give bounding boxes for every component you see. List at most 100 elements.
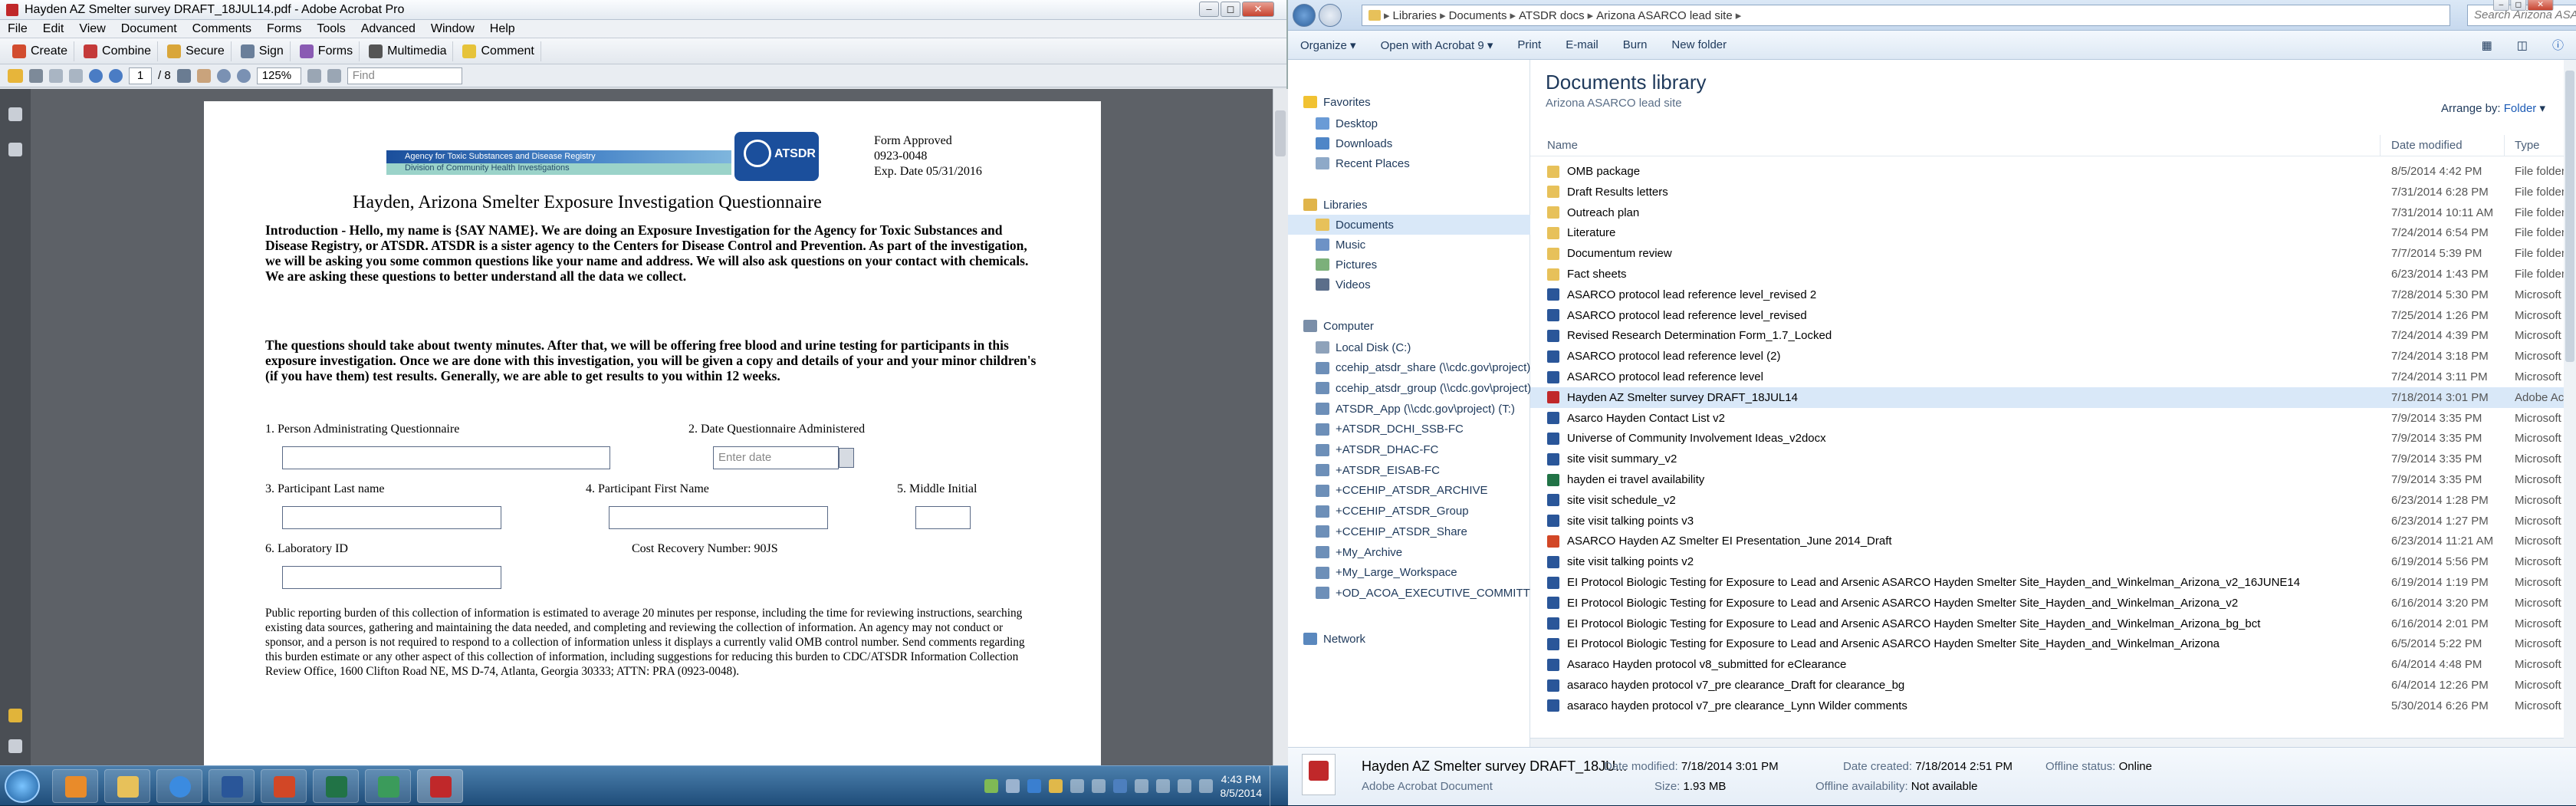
print-icon[interactable]: [29, 68, 43, 83]
file-row[interactable]: Outreach plan 7/31/2014 10:11 AM File fold…: [1530, 202, 2576, 223]
powerpoint-taskbar-button[interactable]: [261, 769, 307, 803]
zoom-input[interactable]: 125%: [256, 67, 301, 84]
organize-button[interactable]: Organize ▾: [1288, 38, 1368, 52]
date-field[interactable]: Enter date: [713, 446, 839, 469]
file-row[interactable]: Asaraco Hayden protocol v8_submitted for…: [1530, 654, 2576, 675]
file-row[interactable]: Literature 7/24/2014 6:54 PM File folder: [1530, 222, 2576, 243]
pages-panel-icon[interactable]: [8, 107, 22, 121]
view-options-icon[interactable]: ▦: [2469, 38, 2505, 52]
page-number-input[interactable]: 1: [129, 67, 152, 84]
tray-app-icon[interactable]: [1070, 779, 1084, 793]
clock[interactable]: 4:43 PM 8/5/2014: [1221, 772, 1263, 800]
file-row[interactable]: ASARCO protocol lead reference level_rev…: [1530, 305, 2576, 326]
file-row[interactable]: Documentum review 7/7/2014 5:39 PM File fo…: [1530, 243, 2576, 264]
tray-app-icon[interactable]: [1005, 779, 1020, 793]
volume-icon[interactable]: [1177, 779, 1191, 793]
nav-music[interactable]: Music: [1316, 235, 1365, 255]
first-name-field[interactable]: [609, 506, 828, 529]
document-scrollbar[interactable]: [1273, 89, 1288, 765]
zoom-in-icon[interactable]: [236, 68, 251, 83]
scroll-thumb[interactable]: [1275, 110, 1286, 156]
open-folder-icon[interactable]: [8, 68, 23, 83]
tray-app-icon[interactable]: [1027, 779, 1041, 793]
burn-button[interactable]: Burn: [1611, 38, 1660, 51]
last-name-field[interactable]: [282, 506, 501, 529]
print-button[interactable]: Print: [1505, 38, 1553, 51]
nav-documents[interactable]: Documents: [1288, 215, 1530, 235]
file-row[interactable]: asaraco hayden protocol v7_pre clearance…: [1530, 675, 2576, 696]
nav-drive-item[interactable]: +My_Archive: [1316, 542, 1402, 562]
select-tool-icon[interactable]: [176, 68, 191, 83]
file-row[interactable]: Asarco Hayden Contact List v2 7/9/2014 3:…: [1530, 408, 2576, 429]
tray-app-icon[interactable]: [984, 779, 998, 793]
file-row[interactable]: site visit schedule_v2 6/23/2014 1:28 PM M…: [1530, 490, 2576, 511]
sign-button[interactable]: Sign: [235, 41, 291, 61]
nav-recent-places[interactable]: Recent Places: [1316, 153, 1410, 173]
file-row[interactable]: EI Protocol Biologic Testing for Exposur…: [1530, 593, 2576, 614]
attachments-panel-icon[interactable]: [8, 739, 22, 753]
file-row[interactable]: Universe of Community Involvement Ideas_…: [1530, 428, 2576, 449]
file-row[interactable]: EI Protocol Biologic Testing for Exposur…: [1530, 572, 2576, 593]
nav-pictures[interactable]: Pictures: [1316, 255, 1377, 275]
fit-page-icon[interactable]: [307, 68, 321, 83]
previous-page-icon[interactable]: [89, 68, 103, 83]
nav-drive-item[interactable]: Local Disk (C:): [1316, 337, 1411, 357]
outlook-taskbar-button[interactable]: [52, 769, 98, 803]
breadcrumb-documents[interactable]: Documents: [1449, 9, 1507, 22]
nav-computer[interactable]: Computer: [1303, 316, 1374, 336]
menu-document[interactable]: Document: [113, 22, 185, 36]
middle-initial-field[interactable]: [915, 506, 971, 529]
zoom-out-icon[interactable]: [216, 68, 231, 83]
file-row[interactable]: EI Protocol Biologic Testing for Exposur…: [1530, 614, 2576, 634]
secure-button[interactable]: Secure: [161, 41, 232, 61]
nav-drive-item[interactable]: +ATSDR_DHAC-FC: [1316, 440, 1438, 460]
excel-taskbar-button[interactable]: [313, 769, 359, 803]
bluetooth-icon[interactable]: [1112, 779, 1127, 793]
file-row[interactable]: ASARCO Hayden AZ Smelter EI Presentation…: [1530, 531, 2576, 551]
open-with-acrobat-button[interactable]: Open with Acrobat 9 ▾: [1368, 38, 1506, 52]
save-icon[interactable]: [49, 68, 63, 83]
breadcrumb-atsdr-docs[interactable]: ATSDR docs: [1519, 9, 1585, 22]
explorer-maximize-button[interactable]: ◻: [2510, 0, 2527, 11]
minimize-button[interactable]: –: [1199, 2, 1219, 17]
laboratory-id-field[interactable]: [282, 566, 501, 589]
file-row[interactable]: site visit talking points v2 6/19/2014 5:…: [1530, 551, 2576, 572]
signatures-panel-icon[interactable]: [8, 709, 22, 722]
nav-drive-item[interactable]: +CCEHIP_ATSDR_Share: [1316, 521, 1467, 541]
nav-drive-item[interactable]: +OD_ACOA_EXECUTIVE_COMMITTEE-: [1316, 583, 1549, 603]
combine-button[interactable]: Combine: [77, 41, 159, 61]
multimedia-button[interactable]: Multimedia: [363, 41, 454, 61]
explorer-close-button[interactable]: ✕: [2527, 0, 2554, 11]
nav-videos[interactable]: Videos: [1316, 275, 1371, 294]
column-date-modified[interactable]: Date modified: [2391, 139, 2463, 152]
internet-explorer-taskbar-button[interactable]: [156, 769, 202, 803]
address-bar[interactable]: ▸ Libraries ▸ Documents ▸ ATSDR docs ▸ A…: [1362, 5, 2450, 26]
maximize-button[interactable]: ◻: [1221, 2, 1240, 17]
nav-drive-item[interactable]: +My_Large_Workspace: [1316, 563, 1457, 583]
new-folder-button[interactable]: New folder: [1659, 38, 1739, 51]
file-row[interactable]: ASARCO protocol lead reference level 7/24…: [1530, 367, 2576, 387]
help-icon[interactable]: ⓘ: [2540, 37, 2576, 53]
menu-help[interactable]: Help: [482, 22, 523, 36]
file-row[interactable]: OMB package 8/5/2014 4:42 PM File folder: [1530, 161, 2576, 182]
file-list-scrollbar[interactable]: [2564, 60, 2576, 747]
nav-downloads[interactable]: Downloads: [1316, 133, 1392, 153]
nav-favorites[interactable]: Favorites: [1303, 92, 1371, 112]
file-row[interactable]: site visit talking points v3 6/23/2014 1:…: [1530, 511, 2576, 531]
tray-app-icon[interactable]: [1091, 779, 1106, 793]
find-input[interactable]: Find: [347, 67, 462, 84]
start-button[interactable]: [5, 769, 40, 803]
nav-drive-item[interactable]: ATSDR_App (\\cdc.gov\project) (T:): [1316, 399, 1515, 419]
file-row[interactable]: Hayden AZ Smelter survey DRAFT_18JUL14 7/…: [1530, 387, 2576, 408]
file-row[interactable]: ASARCO protocol lead reference level (2)…: [1530, 346, 2576, 367]
fit-width-icon[interactable]: [327, 68, 341, 83]
email-button[interactable]: E-mail: [1553, 38, 1611, 51]
calendar-icon[interactable]: [839, 448, 854, 468]
file-row[interactable]: Revised Research Determination Form_1.7_…: [1530, 325, 2576, 346]
arrange-dropdown[interactable]: Folder: [2504, 102, 2537, 115]
hand-tool-icon[interactable]: [196, 68, 211, 83]
administrator-field[interactable]: [282, 446, 610, 469]
column-type[interactable]: Type: [2515, 139, 2540, 152]
explorer-minimize-button[interactable]: –: [2493, 0, 2509, 11]
nav-drive-item[interactable]: +CCEHIP_ATSDR_ARCHIVE: [1316, 481, 1488, 501]
